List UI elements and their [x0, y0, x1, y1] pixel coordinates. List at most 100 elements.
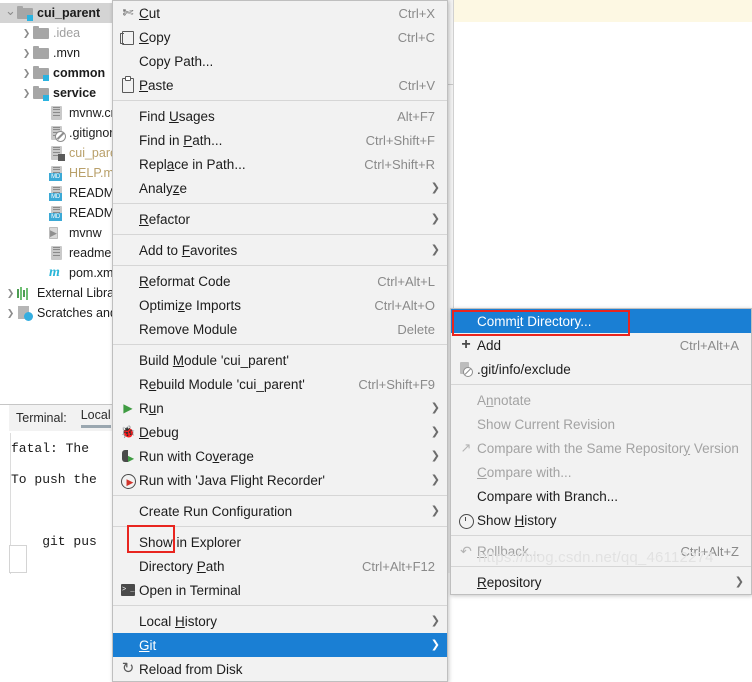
menu-icon-none	[117, 352, 139, 368]
menu-item-label: Add	[477, 337, 502, 353]
menu-item-shortcut: Alt+F7	[397, 108, 435, 124]
tree-toggle-right-icon[interactable]	[20, 89, 33, 98]
menu-item-build-module-cui-parent[interactable]: Build Module 'cui_parent'	[113, 348, 447, 372]
menu-icon-none	[117, 534, 139, 550]
menu-item-optimize-imports[interactable]: Optimize Imports Ctrl+Alt+O	[113, 293, 447, 317]
tree-item-cui-parent-iml[interactable]: cui_parent.iml	[0, 143, 130, 163]
menu-item-show-history[interactable]: Show History	[451, 508, 751, 532]
menu-item-local-history[interactable]: Local History ❯	[113, 609, 447, 633]
tree-item-common[interactable]: common	[0, 63, 130, 83]
folder-module-icon	[17, 5, 33, 21]
menu-item-run-with-coverage[interactable]: Run with Coverage ❯	[113, 444, 447, 468]
chevron-right-icon: ❯	[734, 576, 744, 588]
menu-item-remove-module[interactable]: Remove Module Delete	[113, 317, 447, 341]
menu-item-commit-directory[interactable]: Commit Directory...	[451, 309, 751, 333]
menu-item-label: Show Current Revision	[477, 416, 616, 432]
tree-toggle-right-icon[interactable]	[4, 289, 17, 298]
paste-icon-glyph	[122, 76, 134, 93]
tree-toggle-right-icon[interactable]	[20, 69, 33, 78]
menu-item-reformat-code[interactable]: Reformat Code Ctrl+Alt+L	[113, 269, 447, 293]
menu-item-open-in-terminal[interactable]: Open in Terminal	[113, 578, 447, 602]
tree-toggle-right-icon[interactable]	[20, 49, 33, 58]
tree-item-idea[interactable]: .idea	[0, 23, 130, 43]
menu-item-run-with-java-flight-recorder[interactable]: Run with 'Java Flight Recorder' ❯	[113, 468, 447, 492]
tree-toggle-right-icon[interactable]	[4, 309, 17, 318]
tree-item-help-md[interactable]: MD HELP.md	[0, 163, 130, 183]
project-tree-panel[interactable]: cui_parent .idea .mvn common service mvnw.cmd…	[0, 0, 130, 404]
menu-item-analyze[interactable]: Analyze ❯	[113, 176, 447, 200]
menu-separator	[113, 495, 447, 496]
coverage-icon	[117, 448, 139, 467]
menu-item-paste[interactable]: Paste Ctrl+V	[113, 73, 447, 97]
menu-item-create-run-configuration[interactable]: Create Run Configuration ❯	[113, 499, 447, 523]
terminal-tab-local[interactable]: Local	[80, 408, 111, 428]
tree-item-service[interactable]: service	[0, 83, 130, 103]
file-ignored-icon	[49, 125, 66, 142]
menu-item-label: Replace in Path...	[139, 156, 246, 172]
menu-item-label: Find in Path...	[139, 132, 223, 148]
menu-item-copy[interactable]: Copy Ctrl+C	[113, 25, 447, 49]
tree-item-gitignore[interactable]: .gitignore	[0, 123, 130, 143]
chevron-right-icon: ❯	[430, 639, 440, 651]
bottom-input-stub[interactable]	[9, 545, 27, 573]
git-exclude-icon	[455, 361, 477, 377]
menu-item-label: Reload from Disk	[139, 661, 243, 677]
file-md-icon: MD	[49, 165, 65, 181]
menu-item-add[interactable]: Add Ctrl+Alt+A	[451, 333, 751, 357]
menu-item-find-in-path[interactable]: Find in Path... Ctrl+Shift+F	[113, 128, 447, 152]
tree-item-mvn[interactable]: .mvn	[0, 43, 130, 63]
menu-item-label: Build Module 'cui_parent'	[139, 352, 290, 368]
menu-item-cut[interactable]: Cut Ctrl+X	[113, 1, 447, 25]
file-md-icon: MD	[49, 205, 65, 221]
menu-item-label: Run	[139, 400, 164, 416]
menu-item-shortcut: Ctrl+Shift+R	[364, 156, 435, 172]
tree-toggle-right-icon[interactable]	[20, 29, 33, 38]
menu-item-label: Compare with the Same Repository Version	[477, 440, 739, 456]
tree-item-readme-md[interactable]: MDREADME.md	[0, 183, 130, 203]
menu-item-replace-in-path[interactable]: Replace in Path... Ctrl+Shift+R	[113, 152, 447, 176]
menu-icon-none	[117, 132, 139, 148]
coverage-icon-glyph	[122, 450, 134, 467]
menu-item-debug[interactable]: Debug ❯	[113, 420, 447, 444]
menu-item-label: Run with 'Java Flight Recorder'	[139, 472, 325, 488]
tree-toggle-down-icon[interactable]	[4, 7, 17, 20]
menu-item-reload-from-disk[interactable]: Reload from Disk	[113, 657, 447, 681]
tree-item-label: .idea	[53, 26, 81, 40]
menu-item-run[interactable]: Run ❯	[113, 396, 447, 420]
tree-item-mvnw[interactable]: ▶ mvnw	[0, 223, 130, 243]
menu-item-directory-path[interactable]: Directory Path Ctrl+Alt+F12	[113, 554, 447, 578]
menu-item-label: Reformat Code	[139, 273, 231, 289]
tree-item-mvnw-cmd[interactable]: mvnw.cmd	[0, 103, 130, 123]
menu-item-add-to-favorites[interactable]: Add to Favorites ❯	[113, 238, 447, 262]
menu-item-copy-path[interactable]: Copy Path...	[113, 49, 447, 73]
menu-item-refactor[interactable]: Refactor ❯	[113, 207, 447, 231]
tree-item-external-libraries[interactable]: External Libraries	[0, 283, 130, 303]
menu-item-label: Directory Path	[139, 558, 225, 574]
chevron-right-icon: ❯	[430, 182, 440, 194]
menu-item-label: Compare with Branch...	[477, 488, 619, 504]
menu-icon-none	[455, 392, 477, 408]
menu-item-git[interactable]: Git ❯	[113, 633, 447, 657]
menu-item-show-in-explorer[interactable]: Show in Explorer	[113, 530, 447, 554]
tree-item-readme-md[interactable]: MDREADME.md	[0, 203, 130, 223]
menu-item-repository[interactable]: Repository ❯	[451, 570, 751, 594]
tree-item-cui-parent[interactable]: cui_parent	[0, 3, 130, 23]
watermark-text: https://blog.csdn.net/qq_46112274	[478, 549, 714, 566]
tree-item-scratches-and-consoles[interactable]: Scratches and Consoles	[0, 303, 130, 323]
flight-recorder-icon-glyph	[120, 474, 136, 490]
menu-item-compare-with-the-same-repository-version: Compare with the Same Repository Version	[451, 436, 751, 460]
terminal-title: Terminal:	[16, 411, 67, 425]
menu-item-git-info-exclude[interactable]: .git/info/exclude	[451, 357, 751, 381]
tree-item-label: service	[53, 86, 97, 100]
tree-item-readme-txt[interactable]: readme.txt	[0, 243, 130, 263]
menu-separator	[113, 344, 447, 345]
tree-item-pom-xml[interactable]: m pom.xml	[0, 263, 130, 283]
scratches-icon	[17, 305, 33, 321]
menu-item-find-usages[interactable]: Find Usages Alt+F7	[113, 104, 447, 128]
menu-item-compare-with-branch[interactable]: Compare with Branch...	[451, 484, 751, 508]
project-context-menu[interactable]: Cut Ctrl+X Copy Ctrl+C Copy Path... Paste Ctrl…	[112, 0, 448, 682]
tree-item-label: cui_parent	[37, 6, 101, 20]
history-icon	[455, 512, 477, 529]
menu-item-rebuild-module-cui-parent[interactable]: Rebuild Module 'cui_parent' Ctrl+Shift+F9	[113, 372, 447, 396]
plus-icon	[455, 337, 477, 353]
